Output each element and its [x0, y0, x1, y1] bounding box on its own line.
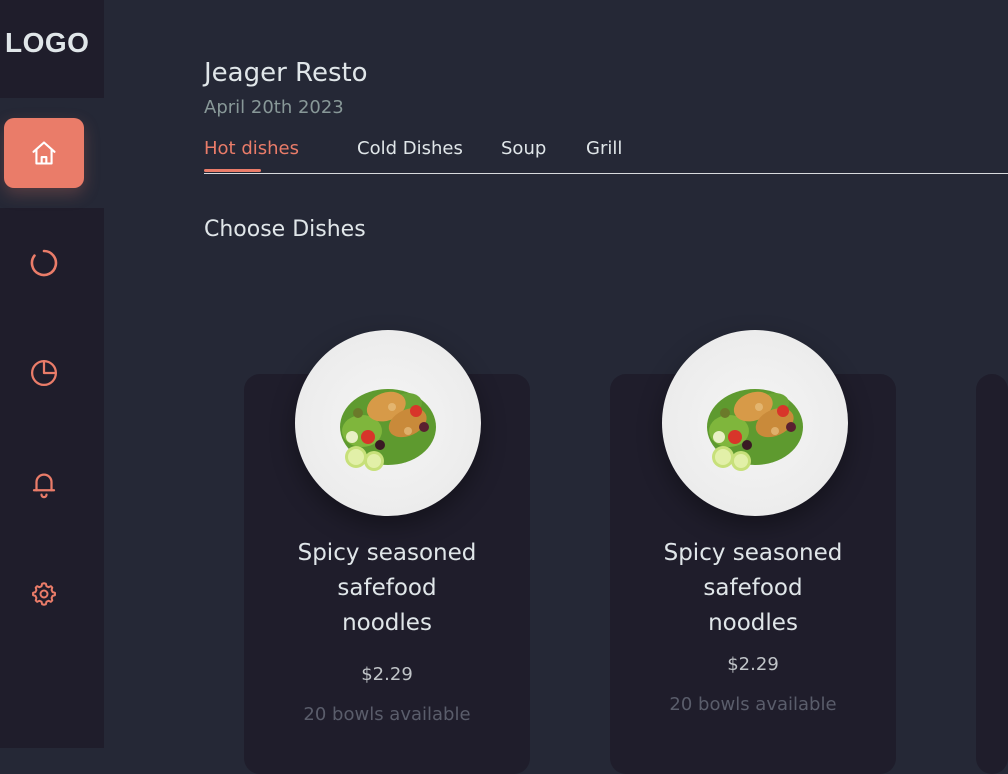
sidebar-item-home-container — [0, 98, 104, 208]
dish-availability: 20 bowls available — [303, 704, 471, 725]
dish-name-line-3: noodles — [708, 610, 798, 636]
category-tabs: Hot dishes Cold Dishes Soup Grill — [204, 138, 1008, 174]
section-title: Choose Dishes — [204, 217, 366, 242]
dish-name-line-1: Spicy seasoned — [663, 540, 843, 566]
tab-hot-dishes[interactable]: Hot dishes — [204, 138, 299, 159]
dish-availability: 20 bowls available — [669, 694, 837, 715]
logo[interactable]: LOGO — [0, 0, 104, 98]
dish-photo-icon — [707, 389, 803, 471]
dish-image — [662, 330, 848, 516]
dish-name-line-1: Spicy seasoned — [297, 540, 477, 566]
dish-name-line-3: noodles — [342, 610, 432, 636]
dish-image — [295, 330, 481, 516]
sidebar-item-home[interactable] — [4, 118, 84, 188]
dish-price: $2.29 — [361, 664, 413, 685]
dish-photo-icon — [340, 389, 436, 471]
header-date: April 20th 2023 — [204, 97, 344, 118]
dish-card-partial[interactable] — [976, 374, 1008, 774]
sidebar-item-notifications[interactable] — [26, 466, 62, 502]
sidebar-item-dashboard[interactable] — [26, 355, 62, 391]
page-title: Jeager Resto — [204, 58, 368, 88]
sidebar-item-settings[interactable] — [26, 576, 62, 612]
pie-chart-icon — [31, 360, 57, 386]
discount-icon — [30, 249, 58, 277]
tab-soup[interactable]: Soup — [501, 138, 546, 159]
tab-grill[interactable]: Grill — [586, 138, 622, 159]
dish-name-line-2: safefood — [703, 575, 803, 601]
dish-name-line-2: safefood — [337, 575, 437, 601]
sidebar-item-discount[interactable] — [26, 245, 62, 281]
dish-price: $2.29 — [727, 654, 779, 675]
bell-icon — [32, 473, 56, 499]
home-icon — [32, 141, 56, 165]
logo-text: LOGO — [5, 27, 90, 58]
sidebar: LOGO — [0, 0, 104, 748]
tab-cold-dishes[interactable]: Cold Dishes — [357, 138, 463, 159]
active-tab-indicator — [204, 169, 261, 172]
gear-icon — [32, 582, 56, 606]
